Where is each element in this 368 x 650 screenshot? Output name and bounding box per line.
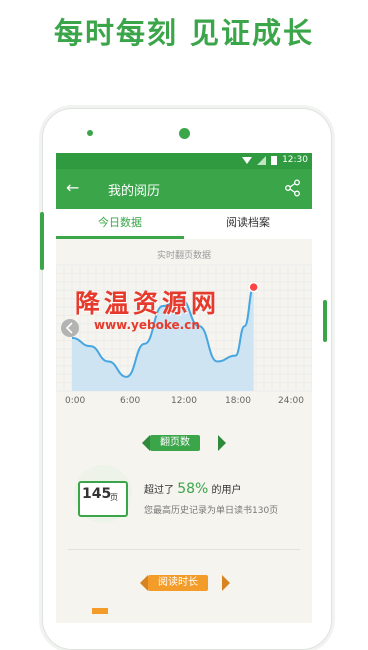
battery-icon <box>271 156 278 165</box>
tab-today-data[interactable]: 今日数据 <box>56 209 184 239</box>
section-divider <box>68 549 300 550</box>
x-tick-label: 6:00 <box>120 396 141 406</box>
back-arrow-icon[interactable]: ← <box>66 179 79 197</box>
x-tick-label: 18:00 <box>225 396 251 406</box>
volume-button <box>40 212 44 270</box>
x-tick-label: 0:00 <box>65 396 86 406</box>
power-button <box>323 300 327 342</box>
watermark-url: www.yeboke.cn <box>94 318 200 332</box>
beat-prefix: 超过了 <box>144 485 174 496</box>
tab-bar: 今日数据 阅读档案 <box>56 209 312 239</box>
chart-scroll-handle <box>61 319 79 337</box>
pages-count: 145 <box>82 486 112 502</box>
reading-time-badge: 阅读时长 <box>148 575 208 591</box>
front-camera <box>179 128 190 139</box>
record-text: 您最高历史记录为单日读书130页 <box>144 506 279 516</box>
tab-reading-archive[interactable]: 阅读档案 <box>184 209 312 239</box>
beat-suffix: 的用户 <box>211 485 242 496</box>
badge-ribbon-left <box>142 435 150 451</box>
sensor <box>87 130 93 136</box>
pages-unit: 页 <box>110 493 118 502</box>
app-screen: 12:30 ← 我的阅历 今日数据 阅读档案 实时翻页数据 0:00 6:00 … <box>56 153 312 623</box>
share-icon[interactable] <box>284 179 302 197</box>
badge-ribbon-left <box>140 575 148 591</box>
app-bar: ← 我的阅历 <box>56 169 312 209</box>
badge-ribbon-right <box>222 575 230 591</box>
wifi-icon <box>242 156 253 164</box>
watermark-text: 降温资源网 <box>75 289 221 318</box>
badge-ribbon-right <box>218 435 226 451</box>
headline: 每时每刻 见证成长 <box>53 16 315 50</box>
reading-time-bar <box>92 608 108 614</box>
status-time: 12:30 <box>282 155 308 165</box>
chart-current-point <box>248 281 259 293</box>
chart-title: 实时翻页数据 <box>156 251 211 261</box>
page-title: 我的阅历 <box>108 184 161 199</box>
signal-icon <box>257 155 267 165</box>
x-tick-label: 24:00 <box>278 396 304 406</box>
active-tab-indicator <box>56 236 184 239</box>
pages-badge: 翻页数 <box>150 435 200 451</box>
status-bar: 12:30 <box>56 153 312 169</box>
x-tick-label: 12:00 <box>171 396 197 406</box>
beat-percent: 58% <box>177 481 209 497</box>
beat-stat: 超过了 58% 的用户 <box>144 481 242 497</box>
